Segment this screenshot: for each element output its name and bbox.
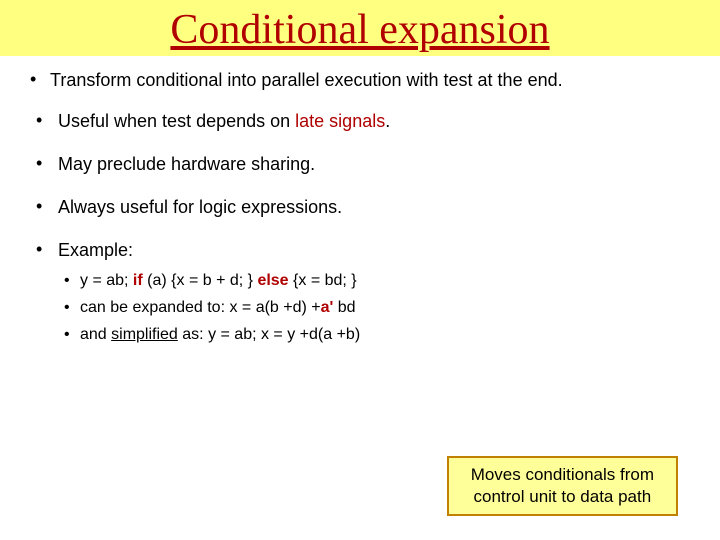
keyword-anot: a': [321, 299, 334, 316]
keyword-else: else: [257, 272, 288, 289]
sub-bullet-item: and simplified as: y = ab; x = y +d(a +b…: [58, 323, 696, 346]
slide-content: Transform conditional into parallel exec…: [0, 56, 720, 347]
bullet-list: Transform conditional into parallel exec…: [24, 70, 696, 347]
bullet-item: Useful when test depends on late signals…: [24, 111, 696, 132]
bullet-text: Example:: [58, 240, 133, 260]
bullet-text: .: [385, 111, 390, 131]
bullet-item-example: Example: y = ab; if (a) {x = b + d; } el…: [24, 240, 696, 347]
code-text: {x = bd; }: [289, 272, 357, 289]
sub-bullet-item: can be expanded to: x = a(b +d) +a' bd: [58, 296, 696, 319]
code-text: y = ab;: [80, 272, 133, 289]
slide-title: Conditional expansion: [170, 7, 549, 53]
bullet-text: Useful when test depends on: [58, 111, 295, 131]
bullet-item: Transform conditional into parallel exec…: [24, 70, 696, 91]
highlight-text: late signals: [295, 111, 385, 131]
code-text: and: [80, 326, 111, 343]
bullet-item: Always useful for logic expressions.: [24, 197, 696, 218]
sub-bullet-item: y = ab; if (a) {x = b + d; } else {x = b…: [58, 269, 696, 292]
code-text: can be expanded to: x = a(b +d) +: [80, 299, 321, 316]
bullet-text: Transform conditional into parallel exec…: [50, 70, 563, 90]
callout-line: Moves conditionals from: [471, 465, 654, 484]
bullet-text: Always useful for logic expressions.: [58, 197, 342, 217]
code-text: (a) {x = b + d; }: [143, 272, 258, 289]
bullet-item: May preclude hardware sharing.: [24, 154, 696, 175]
underline-text: simplified: [111, 326, 178, 343]
bullet-text: May preclude hardware sharing.: [58, 154, 315, 174]
sub-bullet-list: y = ab; if (a) {x = b + d; } else {x = b…: [58, 269, 696, 347]
code-text: as: y = ab; x = y +d(a +b): [178, 326, 360, 343]
callout-box: Moves conditionals from control unit to …: [447, 456, 678, 516]
callout-line: control unit to data path: [474, 487, 652, 506]
code-text: bd: [333, 299, 355, 316]
keyword-if: if: [133, 272, 143, 289]
title-band: Conditional expansion: [0, 0, 720, 56]
